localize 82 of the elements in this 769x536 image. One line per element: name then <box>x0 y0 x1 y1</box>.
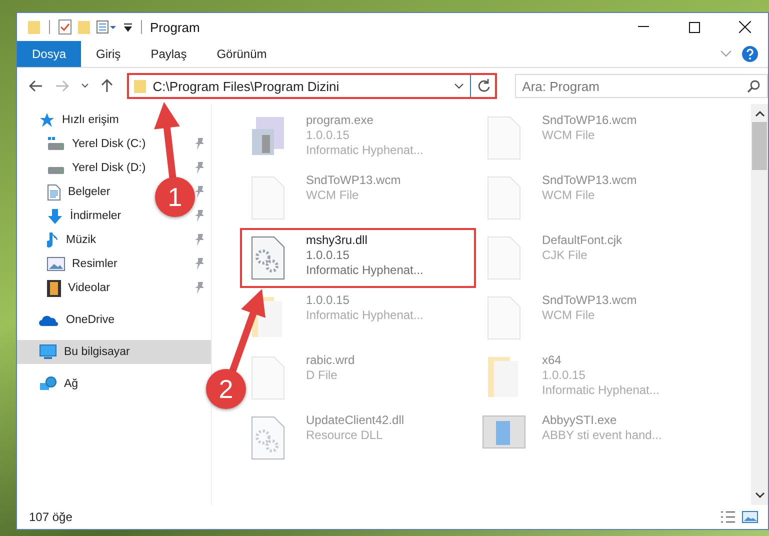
sidebar-item[interactable]: Müzik <box>66 234 124 246</box>
blank-file-icon <box>486 115 522 161</box>
file-detail: WCM File <box>542 308 596 322</box>
maximize-icon <box>688 22 700 32</box>
sidebar-item[interactable]: Yerel Disk (D:) <box>72 162 146 174</box>
file-detail: WCM File <box>542 128 596 142</box>
search-icon <box>747 80 760 93</box>
minimize-icon <box>638 26 648 28</box>
folder-icon <box>132 78 147 94</box>
network-globe-icon <box>39 376 57 392</box>
address-bar[interactable]: C:\Program Files\Program Dizini <box>126 73 498 99</box>
file-detail: Informatic Hyphenat... <box>306 308 424 322</box>
chevron-down-icon[interactable] <box>454 83 464 89</box>
download-arrow-icon <box>47 208 63 224</box>
sidebar-item[interactable]: İndirmeler <box>70 210 126 222</box>
blank-file-icon <box>486 295 522 341</box>
sidebar-item[interactable]: OneDrive <box>66 314 132 326</box>
details-view-icon[interactable] <box>720 510 736 524</box>
sidebar-item[interactable]: Resimler <box>72 258 126 270</box>
large-icons-view-icon[interactable] <box>742 510 758 524</box>
dropdown-caret-icon[interactable] <box>123 22 133 32</box>
pin-icon[interactable] <box>195 138 205 150</box>
file-detail: Informatic Hyphenat... <box>306 263 424 277</box>
file-detail: 1.0.0.15 <box>306 248 350 262</box>
back-arrow-icon[interactable] <box>29 80 43 92</box>
scroll-up-icon[interactable] <box>754 110 764 118</box>
checklist-icon[interactable] <box>58 19 72 35</box>
pin-icon[interactable] <box>195 162 205 174</box>
drive-icon <box>47 137 65 151</box>
pin-icon[interactable] <box>195 234 205 246</box>
file-detail: Informatic Hyphenat... <box>542 383 660 397</box>
pin-icon[interactable] <box>195 258 205 270</box>
blank-file-icon <box>250 355 286 401</box>
music-note-icon <box>47 232 59 248</box>
pin-icon[interactable] <box>195 186 205 198</box>
cloud-icon <box>39 314 59 326</box>
pin-icon[interactable] <box>195 210 205 222</box>
monitor-icon <box>39 344 57 360</box>
file-detail: CJK File <box>542 248 588 262</box>
file-detail: ABBY sti event hand... <box>542 428 662 442</box>
blank-file-icon <box>250 175 286 221</box>
chevron-down-icon[interactable] <box>80 83 89 89</box>
close-icon <box>739 21 751 33</box>
application-window-icon <box>482 415 526 449</box>
item-count: 107 öğe <box>29 510 72 524</box>
sidebar-item[interactable]: Bu bilgisayar <box>17 340 211 364</box>
scroll-down-icon[interactable] <box>754 491 764 499</box>
ribbon-tab[interactable]: Giriş <box>81 41 136 67</box>
picture-icon <box>47 257 65 271</box>
file-detail: WCM File <box>542 188 596 202</box>
pin-icon[interactable] <box>195 282 205 294</box>
file-name: mshy3ru.dll <box>306 233 368 247</box>
film-icon <box>47 280 61 296</box>
sidebar-item[interactable]: Ağ <box>64 378 131 390</box>
file-detail: D File <box>306 368 338 382</box>
up-arrow-icon[interactable] <box>100 79 113 93</box>
sidebar-item[interactable]: Belgeler <box>68 186 124 198</box>
window-title: Program <box>150 20 200 34</box>
blank-file-icon <box>486 175 522 221</box>
gear-file-icon <box>250 415 286 461</box>
blank-file-icon <box>486 235 522 281</box>
star-icon <box>39 112 55 128</box>
sidebar-item[interactable]: Videolar <box>68 282 124 294</box>
file-item[interactable]: mshy3ru.dll 1.0.0.15 Informatic Hyphenat... <box>240 228 476 288</box>
file-detail: 1.0.0.15 <box>542 368 586 382</box>
sidebar-item[interactable]: Yerel Disk (C:) <box>72 138 146 150</box>
help-icon[interactable] <box>742 46 758 62</box>
file-detail: WCM File <box>306 188 360 202</box>
ribbon-tab[interactable]: Dosya <box>17 41 82 67</box>
file-detail: 1.0.0.15 <box>306 128 350 142</box>
properties-icon[interactable] <box>96 20 118 34</box>
sidebar-item[interactable]: Hızlı erişim <box>62 114 130 126</box>
document-icon <box>47 184 61 200</box>
ribbon-tab[interactable]: Paylaş <box>136 41 202 67</box>
refresh-icon[interactable] <box>477 79 492 93</box>
gear-file-icon <box>250 235 286 281</box>
file-detail: Resource DLL <box>306 428 384 442</box>
address-path: C:\Program Files\Program Dizini <box>152 78 340 94</box>
file-detail: Informatic Hyphenat... <box>306 143 424 157</box>
scrollbar-thumb[interactable] <box>752 122 767 170</box>
ribbon-tab[interactable]: Görünüm <box>202 41 282 67</box>
search-field[interactable]: Ara: Program <box>515 74 768 98</box>
